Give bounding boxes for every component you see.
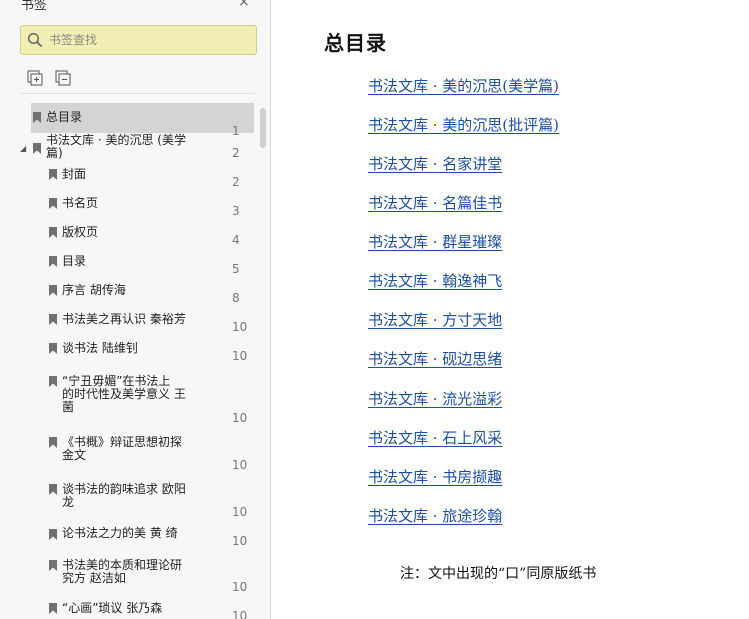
toc-link-seals[interactable]: 书法文库 · 方寸天地: [368, 309, 502, 330]
toc-link-criticism[interactable]: 书法文库 · 美的沉思(批评篇): [368, 114, 559, 135]
page-title: 总目录: [324, 31, 387, 55]
bookmark-item-chapter-5[interactable]: 谈书法的韵味追求 欧阳 龙 10: [0, 479, 258, 521]
bookmark-label: 书法美之再认识 秦裕芳: [62, 312, 186, 326]
toc-link-colors[interactable]: 书法文库 · 流光溢彩: [368, 388, 502, 409]
bookmark-page: 10: [232, 580, 248, 594]
bookmark-page: 10: [232, 609, 248, 619]
toolbar-divider: [21, 93, 255, 94]
bookmark-icon: [49, 198, 57, 209]
bookmark-icon: [49, 603, 57, 614]
bookmark-label: 《书概》辩证思想初探 金文: [62, 435, 183, 462]
bookmark-icon: [49, 560, 57, 571]
bookmark-item-preface[interactable]: 序言 胡传海 8: [0, 280, 258, 306]
panel-title: 书签: [21, 0, 48, 13]
bookmark-item-chapter-1[interactable]: 书法美之再认识 秦裕芳 10: [0, 309, 258, 335]
toc-link-brushwork[interactable]: 书法文库 · 翰逸神飞: [368, 270, 502, 291]
bookmark-label: 谈书法的韵味追求 欧阳 龙: [62, 482, 186, 509]
bookmark-icon: [33, 143, 41, 154]
bookmark-icon: [49, 227, 57, 238]
bookmark-item-chapter-7[interactable]: 书法美的本质和理论研 究方 赵洁如 10: [0, 555, 258, 597]
bookmark-page: 5: [232, 262, 240, 276]
search-icon: [21, 26, 49, 54]
bookmark-page: 10: [232, 534, 248, 548]
bookmark-label: 谈书法 陆维钊: [62, 341, 138, 355]
bookmark-label: 书法美的本质和理论研 究方 赵洁如: [62, 558, 183, 585]
toc-link-study[interactable]: 书法文库 · 书房撷趣: [368, 466, 502, 487]
toc-link-stone[interactable]: 书法文库 · 石上风采: [368, 427, 502, 448]
bookmark-page: 4: [232, 233, 240, 247]
bookmark-item-chapter-3[interactable]: “宁丑毋媚”在书法上 的时代性及美学意义 王 菌 10: [0, 371, 258, 427]
toc-link-aesthetics[interactable]: 书法文库 · 美的沉思(美学篇): [368, 75, 559, 96]
bookmark-item-chapter-2[interactable]: 谈书法 陆维钊 10: [0, 338, 258, 364]
bookmark-label: 总目录: [46, 110, 83, 124]
bookmark-label: 书名页: [62, 196, 99, 210]
bookmark-item-toc[interactable]: 总目录 1: [0, 103, 258, 138]
bookmark-label: 书法文库 · 美的沉思 (美学 篇): [46, 133, 186, 160]
bookmark-search-box[interactable]: [20, 25, 257, 55]
bookmark-page: 10: [232, 458, 248, 472]
bookmark-icon: [49, 314, 57, 325]
bookmark-icon: [49, 256, 57, 267]
scrollbar-thumb[interactable]: [260, 108, 266, 148]
bookmark-icon: [49, 169, 57, 180]
collapse-all-icon[interactable]: [54, 68, 72, 86]
bookmark-icon: [49, 376, 57, 387]
bookmark-page: 2: [232, 175, 240, 189]
bookmark-icon: [49, 529, 57, 540]
bookmark-label: 论书法之力的美 黄 绮: [62, 526, 178, 540]
close-panel-button[interactable]: ×: [238, 0, 250, 10]
bookmark-icon: [49, 484, 57, 495]
bookmark-page: 10: [232, 320, 248, 334]
bookmark-item-chapter-4[interactable]: 《书概》辩证思想初探 金文 10: [0, 432, 258, 474]
bookmark-item-copyright[interactable]: 版权页 4: [0, 222, 258, 248]
bookmark-item-chapter-6[interactable]: 论书法之力的美 黄 绮 10: [0, 523, 258, 551]
bookmark-item-contents[interactable]: 目录 5: [0, 251, 258, 277]
bookmark-page: 10: [232, 411, 248, 425]
bookmark-page: 10: [232, 349, 248, 363]
bookmark-label: 序言 胡传海: [62, 283, 126, 297]
bookmark-item-title-page[interactable]: 书名页 3: [0, 193, 258, 219]
bookmark-page: 3: [232, 204, 240, 218]
bookmark-item-chapter-8[interactable]: “心画”琐议 张乃森 10: [0, 598, 258, 619]
bookmark-page: 10: [232, 505, 248, 519]
footnote: 注：文中出现的“口”同原版纸书: [400, 566, 597, 582]
bookmark-icon: [49, 437, 57, 448]
toc-link-stars[interactable]: 书法文库 · 群星璀璨: [368, 231, 502, 252]
toc-link-masterpieces[interactable]: 书法文库 · 名篇佳书: [368, 192, 502, 213]
bookmark-search-input[interactable]: [49, 27, 256, 53]
bookmark-icon: [49, 343, 57, 354]
bookmark-label: 目录: [62, 254, 87, 268]
toc-link-lectures[interactable]: 书法文库 · 名家讲堂: [368, 153, 502, 174]
bookmark-label: “宁丑毋媚”在书法上 的时代性及美学意义 王 菌: [62, 374, 186, 414]
bookmark-item-aesthetics[interactable]: ◢ 书法文库 · 美的沉思 (美学 篇) 2: [0, 133, 258, 163]
bookmark-label: 封面: [62, 167, 87, 181]
bookmark-label: 版权页: [62, 225, 99, 239]
expand-all-icon[interactable]: [26, 68, 44, 86]
bookmark-page: 2: [232, 146, 240, 160]
bookmark-item-cover[interactable]: 封面 2: [0, 164, 258, 190]
toc-link-inkstone[interactable]: 书法文库 · 砚边思绪: [368, 348, 502, 369]
collapse-triangle-icon[interactable]: ◢: [20, 144, 26, 153]
toc-link-travel[interactable]: 书法文库 · 旅途珍翰: [368, 505, 502, 526]
bookmark-panel: 书签 × 总目录 1: [0, 0, 271, 619]
bookmark-icon: [33, 112, 41, 123]
bookmark-scrollbar[interactable]: [258, 96, 268, 619]
bookmark-label: “心画”琐议 张乃森: [62, 601, 163, 615]
bookmark-icon: [49, 285, 57, 296]
bookmark-page: 8: [232, 291, 240, 305]
